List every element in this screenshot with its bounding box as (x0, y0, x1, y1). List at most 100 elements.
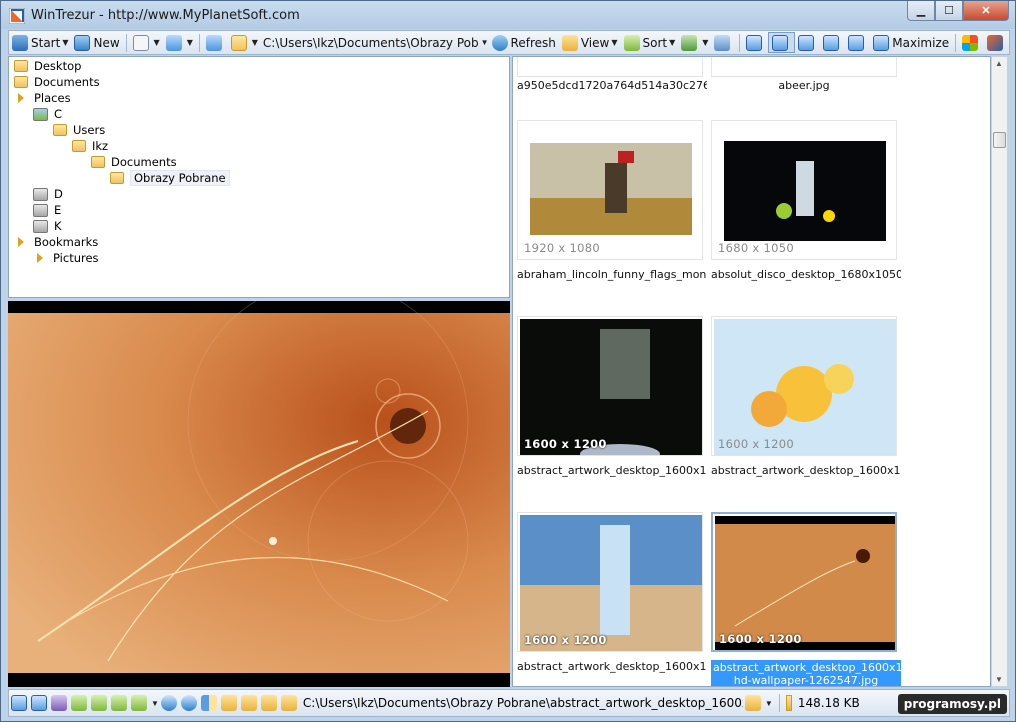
thumbnail-caption: abstract_artwork_desktop_1600x120... (711, 464, 901, 477)
tools-menu-button[interactable]: ▼ (678, 32, 711, 53)
folder-menu-button[interactable]: ▼ (228, 32, 261, 53)
chevron-down-icon: ▼ (669, 38, 676, 47)
preview-image (8, 301, 510, 687)
start-button[interactable]: Start ▼ (9, 32, 71, 53)
thumbnail-image (520, 515, 702, 651)
view-button[interactable]: View ▼ (559, 32, 621, 53)
tree-item-desktop[interactable]: Desktop (14, 58, 81, 74)
tree-item-documents-sub[interactable]: Documents (91, 154, 177, 170)
tree-item-obrazy-pobrane[interactable]: Obrazy Pobrane (110, 170, 230, 186)
flip-icon[interactable] (200, 695, 217, 711)
copy-menu-button[interactable]: ▼ (130, 32, 163, 53)
layout-icon (823, 34, 840, 51)
settings-button[interactable] (984, 32, 1009, 53)
thumbnail-caption: absolut_disco_desktop_1680x1050_h... (711, 268, 901, 281)
folder-icon (14, 60, 28, 72)
title-bar[interactable]: WinTrezur - http://www.MyPlanetSoft.com … (1, 1, 1015, 29)
tree-item-users[interactable]: Users (53, 122, 105, 138)
expand-arrow-icon[interactable] (18, 93, 24, 103)
minimize-button[interactable]: ▁ (907, 1, 935, 21)
close-button[interactable]: ✕ (963, 1, 1009, 21)
fit-window-icon[interactable] (11, 695, 27, 711)
windows-drive-icon (33, 107, 48, 121)
sort-button[interactable]: Sort ▼ (621, 32, 679, 53)
actual-size-icon[interactable] (31, 695, 47, 711)
drive-icon (33, 203, 48, 217)
tree-item-pictures[interactable]: Pictures (33, 250, 99, 266)
layout-icon (798, 34, 815, 51)
network-button[interactable] (711, 32, 736, 53)
fullscreen-icon[interactable] (51, 695, 67, 711)
main-toolbar: Start ▼ New ▼ ▼ ▼ C:\Users\Ikz\Documents\… (8, 30, 1010, 55)
rotate-left-icon[interactable] (160, 695, 177, 711)
start-label: Start (31, 35, 61, 50)
tree-item-drive-c[interactable]: C (33, 106, 62, 122)
expand-arrow-icon[interactable] (37, 253, 43, 263)
chevron-down-icon[interactable]: ▼ (151, 699, 159, 708)
maximize-button[interactable]: Maximize (870, 32, 952, 53)
zoom-fit-icon[interactable] (91, 695, 107, 711)
tree-item-places[interactable]: Places (14, 90, 71, 106)
path-menu-icon[interactable] (744, 695, 761, 711)
windows-button[interactable] (959, 32, 984, 53)
folder-tree: Desktop Documents Places C Users Ikz Doc… (8, 56, 510, 298)
layout-button-3[interactable] (795, 32, 820, 53)
last-image-icon[interactable] (280, 695, 297, 711)
thumbnail-image (520, 319, 702, 455)
toolbar-separator (198, 33, 200, 52)
zoom-out-icon[interactable] (111, 695, 127, 711)
image-dimensions: 1600 x 1200 (524, 437, 607, 451)
refresh-button[interactable]: Refresh (489, 32, 559, 53)
tree-item-documents[interactable]: Documents (14, 74, 100, 90)
scroll-down-icon[interactable]: ▼ (995, 675, 1003, 684)
add-menu-button[interactable]: ▼ (163, 32, 196, 53)
sort-icon (623, 34, 640, 51)
drive-icon (33, 187, 48, 201)
chevron-down-icon[interactable]: ▼ (765, 699, 773, 708)
expand-arrow-icon[interactable] (18, 237, 24, 247)
copy-icon (132, 34, 149, 51)
back-button[interactable] (203, 32, 228, 53)
folder-icon (230, 34, 247, 51)
chevron-down-icon: ▼ (251, 38, 258, 47)
next-image-icon[interactable] (260, 695, 277, 711)
chevron-down-icon: ▼ (186, 38, 193, 47)
app-logo-icon (9, 8, 25, 24)
layout-icon (772, 34, 789, 51)
maximize-window-button[interactable]: ☐ (935, 1, 963, 21)
folder-icon (91, 156, 105, 168)
status-bar: ▼ C:\Users\Ikz\Documents\Obrazy Pobrane\… (8, 689, 1010, 717)
layout-button-4[interactable] (820, 32, 845, 53)
rotate-right-icon[interactable] (180, 695, 197, 711)
thumbnail-scrollbar[interactable]: ▲ ▼ (991, 56, 1008, 687)
folder-icon (72, 140, 86, 152)
path-dropdown-icon[interactable]: ▼ (481, 38, 489, 47)
previous-image-icon[interactable] (240, 695, 257, 711)
zoom-in-icon[interactable] (71, 695, 87, 711)
first-image-icon[interactable] (220, 695, 237, 711)
chevron-down-icon: ▼ (702, 38, 709, 47)
scroll-thumb[interactable] (993, 132, 1006, 148)
image-dimensions: 1600 x 1200 (718, 437, 794, 451)
tree-item-bookmarks[interactable]: Bookmarks (14, 234, 98, 250)
thumbnail-caption: a950e5dcd1720a764d514a30c276e8... (517, 79, 707, 92)
thumbnail-image (724, 141, 886, 241)
window-title: WinTrezur - http://www.MyPlanetSoft.com (31, 8, 300, 23)
image-preview[interactable] (8, 301, 510, 687)
folder-icon (53, 124, 67, 136)
new-button[interactable]: New (71, 32, 122, 53)
layout-button-2[interactable] (768, 32, 796, 53)
sort-label: Sort (642, 35, 668, 50)
tree-item-ikz[interactable]: Ikz (72, 138, 108, 154)
thumbnail-image (714, 319, 896, 455)
zoom-menu-icon[interactable] (131, 695, 147, 711)
tree-item-drive-k[interactable]: K (33, 218, 62, 234)
toolbar-separator (125, 33, 127, 52)
layout-button-5[interactable] (845, 32, 870, 53)
layout-button-1[interactable] (743, 32, 768, 53)
tree-item-drive-d[interactable]: D (33, 186, 63, 202)
scroll-up-icon[interactable]: ▲ (995, 59, 1003, 68)
tree-item-drive-e[interactable]: E (33, 202, 61, 218)
new-window-icon (74, 34, 91, 51)
path-field[interactable]: C:\Users\Ikz\Documents\Obrazy Pobrane (261, 32, 479, 53)
